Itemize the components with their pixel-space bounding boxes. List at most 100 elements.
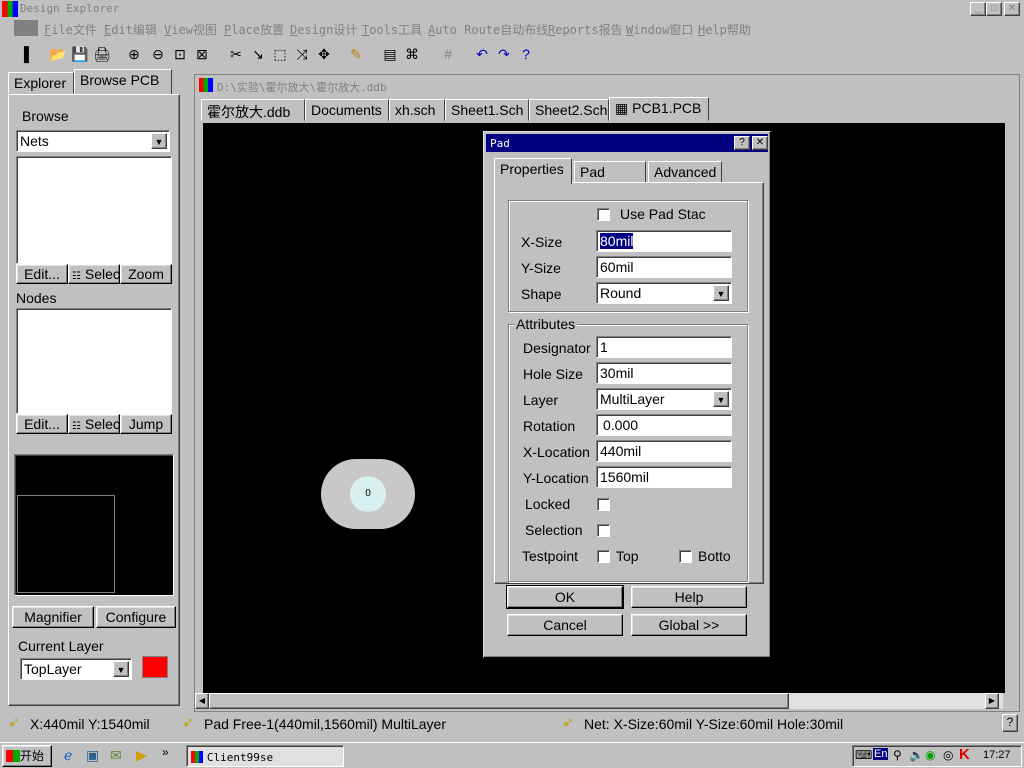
tab-browse-pcb[interactable]: Browse PCB [74,69,172,95]
task-client99se[interactable]: Client99se [186,745,344,767]
configure-button[interactable]: Configure [96,606,176,628]
print-icon[interactable]: 🖨 [92,44,112,64]
minimize-button[interactable]: _ [970,2,986,16]
menu-item-1[interactable]: Edit编辑 [104,21,157,38]
wire-icon[interactable]: ↘ [248,44,268,64]
help-button[interactable]: Help [631,586,747,608]
open-folder-icon[interactable]: 📂 [48,44,68,64]
y-size-input[interactable]: 60mil [596,256,732,278]
nodes-edit-button[interactable]: Edit... [16,414,68,434]
nodes-select-button[interactable]: ☷ Selec [68,414,120,434]
menu-item-0[interactable]: File文件 [44,21,97,38]
tab-properties[interactable]: Properties [494,158,572,184]
menu-item-5[interactable]: Tools工具 [362,21,422,38]
route-icon[interactable]: ✂ [226,44,246,64]
deselect-icon[interactable]: ⤨ [292,44,312,64]
zoom-area-icon[interactable]: ⊠ [192,44,212,64]
tab-pad-stack[interactable]: Pad Stack [574,161,646,196]
close-button[interactable]: ✕ [1004,2,1020,16]
save-icon[interactable]: 💾 [70,44,90,64]
selection-checkbox[interactable] [597,524,610,537]
browse-select[interactable]: Nets ▼ [16,130,170,152]
help-icon[interactable]: ? [516,44,536,64]
chevron-down-icon[interactable]: ▼ [151,133,167,149]
doc-tab-0[interactable]: 霍尔放大.ddb [201,99,305,121]
menu-item-7[interactable]: Reports报告 [548,21,623,38]
testpoint-top-checkbox[interactable] [597,550,610,563]
doc-tab-5[interactable]: ▦ PCB1.PCB [609,97,709,121]
layer-select[interactable]: MultiLayer ▼ [596,388,732,410]
mini-viewer[interactable] [14,454,174,596]
ok-button[interactable]: OK [506,585,624,609]
menu-item-4[interactable]: Design设计 [290,21,357,38]
pencil-icon[interactable]: ✎ [346,44,366,64]
use-pad-stack-checkbox[interactable] [597,208,610,221]
network-icon[interactable]: ⚲ [893,748,902,762]
nodes-list[interactable] [16,308,172,414]
hole-size-input[interactable]: 30mil [596,362,732,384]
doc-tab-4[interactable]: Sheet2.Sch [529,99,609,121]
chevron-down-icon[interactable]: ▼ [713,391,729,407]
undo-icon[interactable]: ↶ [472,44,492,64]
designator-input[interactable]: 1 [596,336,732,358]
x-size-input[interactable]: 80mil [596,230,732,252]
chevron-down-icon[interactable]: ▼ [113,661,129,677]
nets-list[interactable] [16,156,172,264]
outlook-icon[interactable]: ✉ [110,747,122,764]
testpoint-bottom-checkbox[interactable] [679,550,692,563]
doc-tab-3[interactable]: Sheet1.Sch [445,99,529,121]
menu-item-9[interactable]: Help帮助 [698,21,751,38]
rotation-input[interactable]: 0.000 [596,414,732,436]
dialog-close-button[interactable]: ✕ [752,136,768,150]
disc-icon[interactable]: ◎ [943,748,953,762]
move-icon[interactable]: ✥ [314,44,334,64]
dialog-help-button[interactable]: ? [734,136,750,150]
chevron-right-icon[interactable]: » [162,745,169,759]
zoom-in-icon[interactable]: ⊕ [124,44,144,64]
ime-icon[interactable]: ⌨ [855,748,872,762]
doc-tab-2[interactable]: xh.sch [389,99,445,121]
k-app-icon[interactable]: K [959,746,970,763]
tab-explorer[interactable]: Explorer [8,72,74,94]
browse-library-icon[interactable]: ⌘ [402,44,422,64]
volume-icon[interactable]: 🔈 [909,748,924,762]
locked-checkbox[interactable] [597,498,610,511]
scroll-left-button[interactable]: ◀ [195,693,209,709]
language-indicator[interactable]: En [873,748,889,760]
nodes-jump-button[interactable]: Jump [120,414,172,434]
nets-edit-button[interactable]: Edit... [16,264,68,284]
zoom-fit-icon[interactable]: ⊡ [170,44,190,64]
shape-select[interactable]: Round ▼ [596,282,732,304]
desktop-icon[interactable]: ▣ [86,747,99,764]
start-button[interactable]: 开始 [2,745,52,767]
y-location-input[interactable]: 1560mil [596,466,732,488]
vertical-scrollbar[interactable] [1005,123,1019,693]
maximize-button[interactable]: □ [986,2,1002,16]
scroll-right-button[interactable]: ▶ [985,693,999,709]
scroll-thumb[interactable] [209,693,789,709]
doc-tab-1[interactable]: Documents [305,99,389,121]
nets-zoom-button[interactable]: Zoom [120,264,172,284]
menu-item-2[interactable]: View视图 [164,21,217,38]
system-menu-box[interactable] [14,20,38,36]
pad-shape[interactable]: 0 [321,459,415,529]
library-icon[interactable]: ▤ [380,44,400,64]
help-icon[interactable]: ? [1002,714,1018,732]
layer-color-swatch[interactable] [142,656,168,678]
antivirus-icon[interactable]: ◉ [925,748,935,762]
x-location-input[interactable]: 440mil [596,440,732,462]
media-player-icon[interactable]: ▶ [136,747,147,764]
chevron-down-icon[interactable]: ▼ [713,285,729,301]
horizontal-scrollbar[interactable]: ◀ ▶ [195,693,1003,709]
nets-select-button[interactable]: ☷ Selec [68,264,120,284]
menu-item-8[interactable]: Window窗口 [626,21,693,38]
tab-advanced[interactable]: Advanced [648,161,722,183]
current-layer-select[interactable]: TopLayer ▼ [20,658,132,680]
ie-icon[interactable]: ℯ [64,747,72,764]
magnifier-button[interactable]: Magnifier [12,606,94,628]
menu-item-6[interactable]: Auto Route自动布线 [428,21,548,38]
global-button[interactable]: Global >> [631,614,747,636]
cancel-button[interactable]: Cancel [507,614,623,636]
zoom-out-icon[interactable]: ⊖ [148,44,168,64]
panel-toggle-icon[interactable]: ▐ [14,44,34,64]
